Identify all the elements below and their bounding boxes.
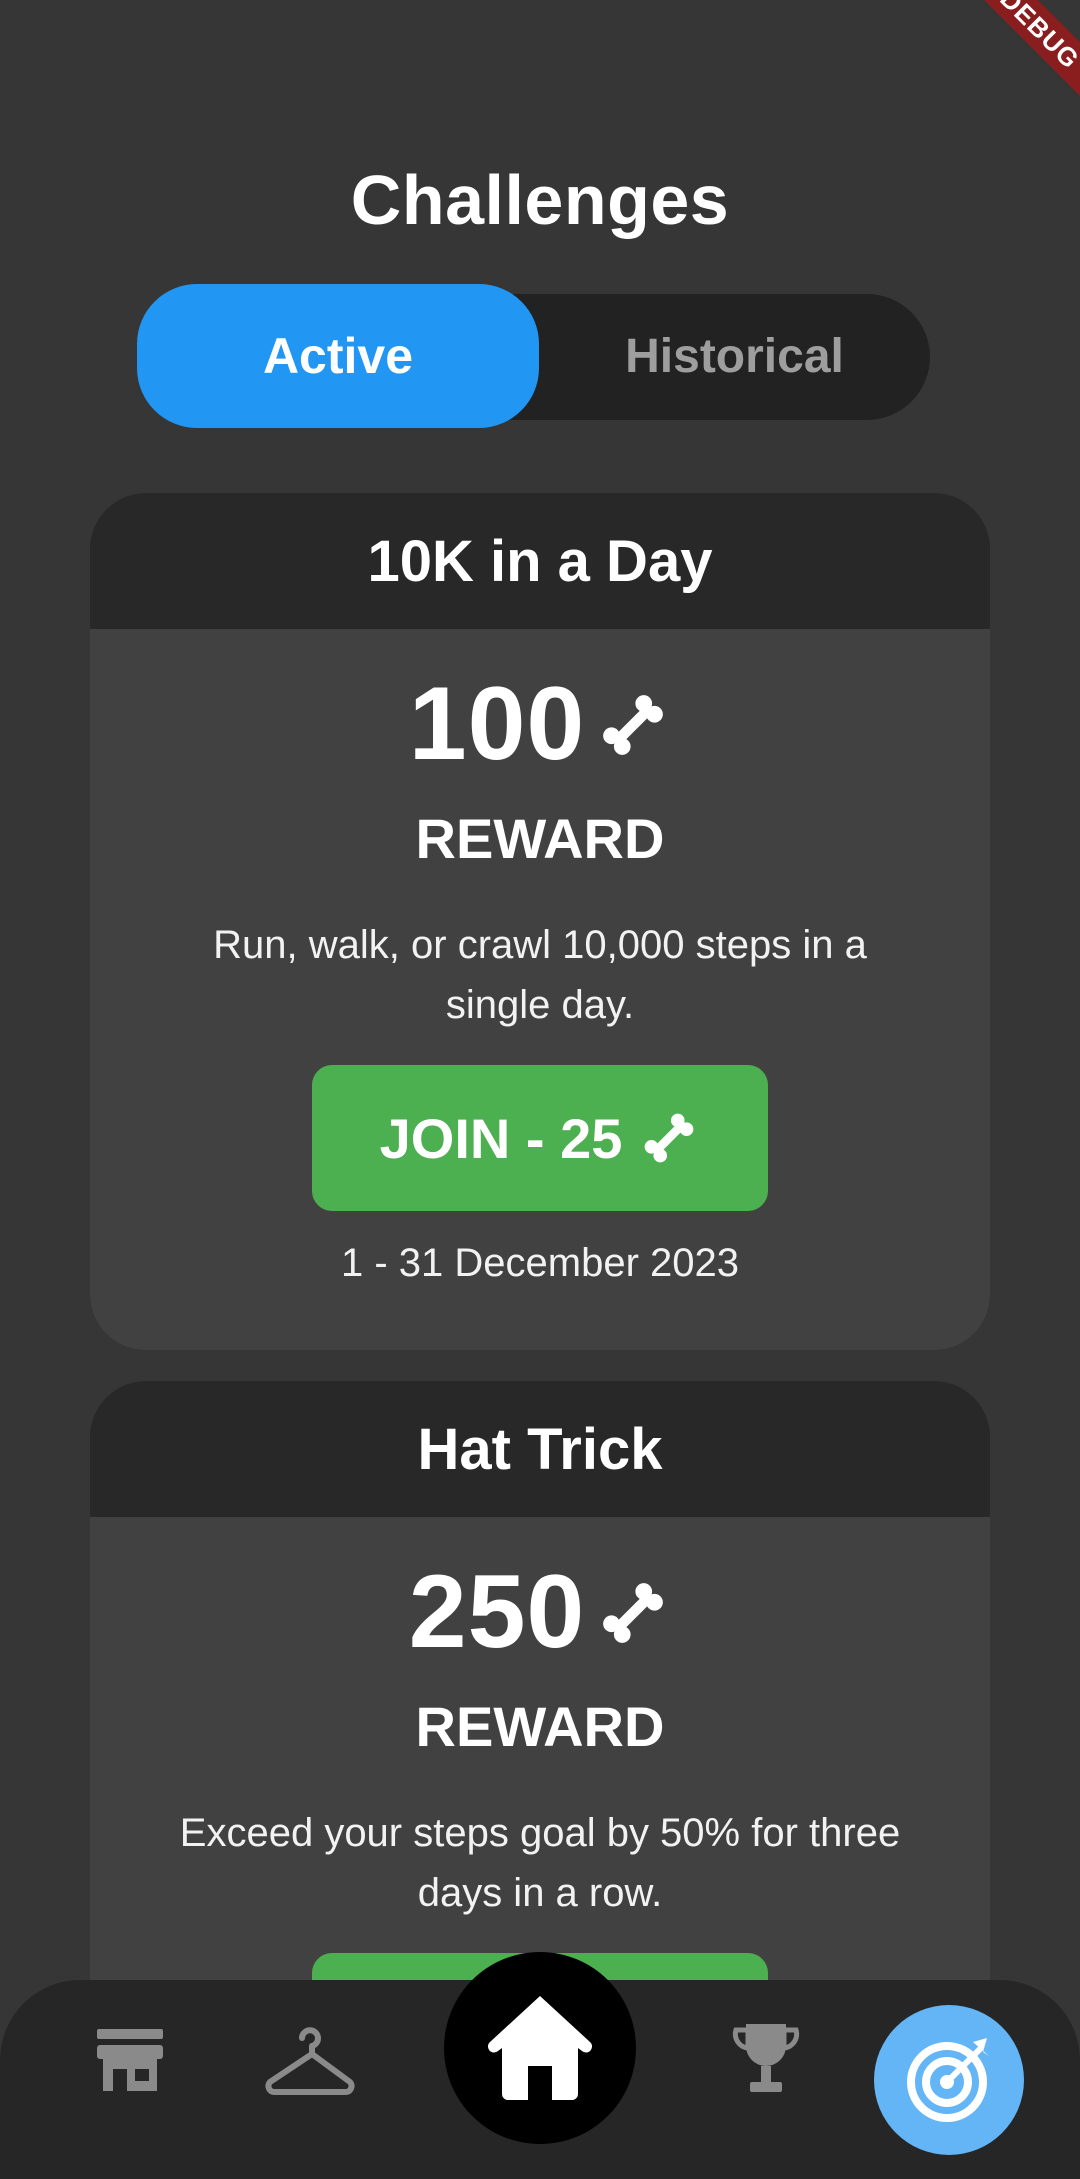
bone-icon: [603, 694, 664, 755]
challenge-card: 10K in a Day 100 REWARD Run, walk, or cr…: [90, 493, 990, 1350]
challenge-title: Hat Trick: [90, 1381, 990, 1517]
store-icon[interactable]: [90, 2020, 170, 2100]
debug-banner: DEBUG: [948, 0, 1080, 121]
challenges-nav-button[interactable]: [874, 2005, 1024, 2155]
trophy-icon[interactable]: [728, 2018, 804, 2102]
page-title: Challenges: [350, 161, 730, 239]
reward-label: REWARD: [415, 1695, 665, 1758]
join-label: JOIN - 25: [379, 1106, 623, 1170]
hanger-icon[interactable]: [262, 2020, 358, 2100]
challenge-description: Exceed your steps goal by 50% for three …: [179, 1811, 901, 1915]
reward-amount: 100: [408, 666, 586, 782]
home-button[interactable]: [444, 1952, 636, 2144]
target-icon: [907, 2038, 989, 2122]
bone-icon: [645, 1113, 694, 1163]
reward-label: REWARD: [415, 807, 665, 870]
challenge-dates: 1 - 31 December 2023: [340, 1241, 739, 1285]
join-button[interactable]: JOIN - 25: [312, 1065, 768, 1211]
challenge-filter-toggle: Active Historical: [137, 284, 930, 428]
bone-icon: [603, 1582, 664, 1643]
tab-active[interactable]: Active: [137, 284, 539, 428]
reward-amount: 250: [408, 1554, 586, 1670]
reward-row: 100: [90, 665, 990, 784]
home-icon: [487, 1996, 593, 2100]
challenge-title: 10K in a Day: [90, 493, 990, 629]
tab-historical[interactable]: Historical: [539, 294, 930, 420]
reward-row: 250: [90, 1553, 990, 1672]
challenge-description: Run, walk, or crawl 10,000 steps in a si…: [213, 923, 867, 1027]
